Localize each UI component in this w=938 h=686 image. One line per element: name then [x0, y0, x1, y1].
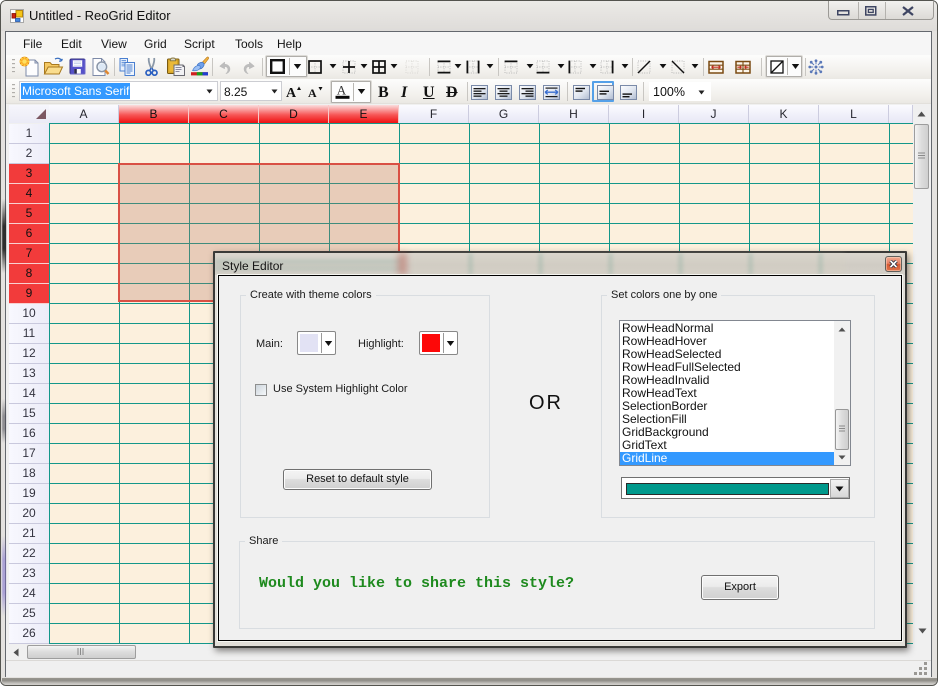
svg-text:A: A — [308, 86, 317, 99]
svg-text:A: A — [337, 83, 347, 98]
svg-text:A: A — [286, 86, 297, 99]
